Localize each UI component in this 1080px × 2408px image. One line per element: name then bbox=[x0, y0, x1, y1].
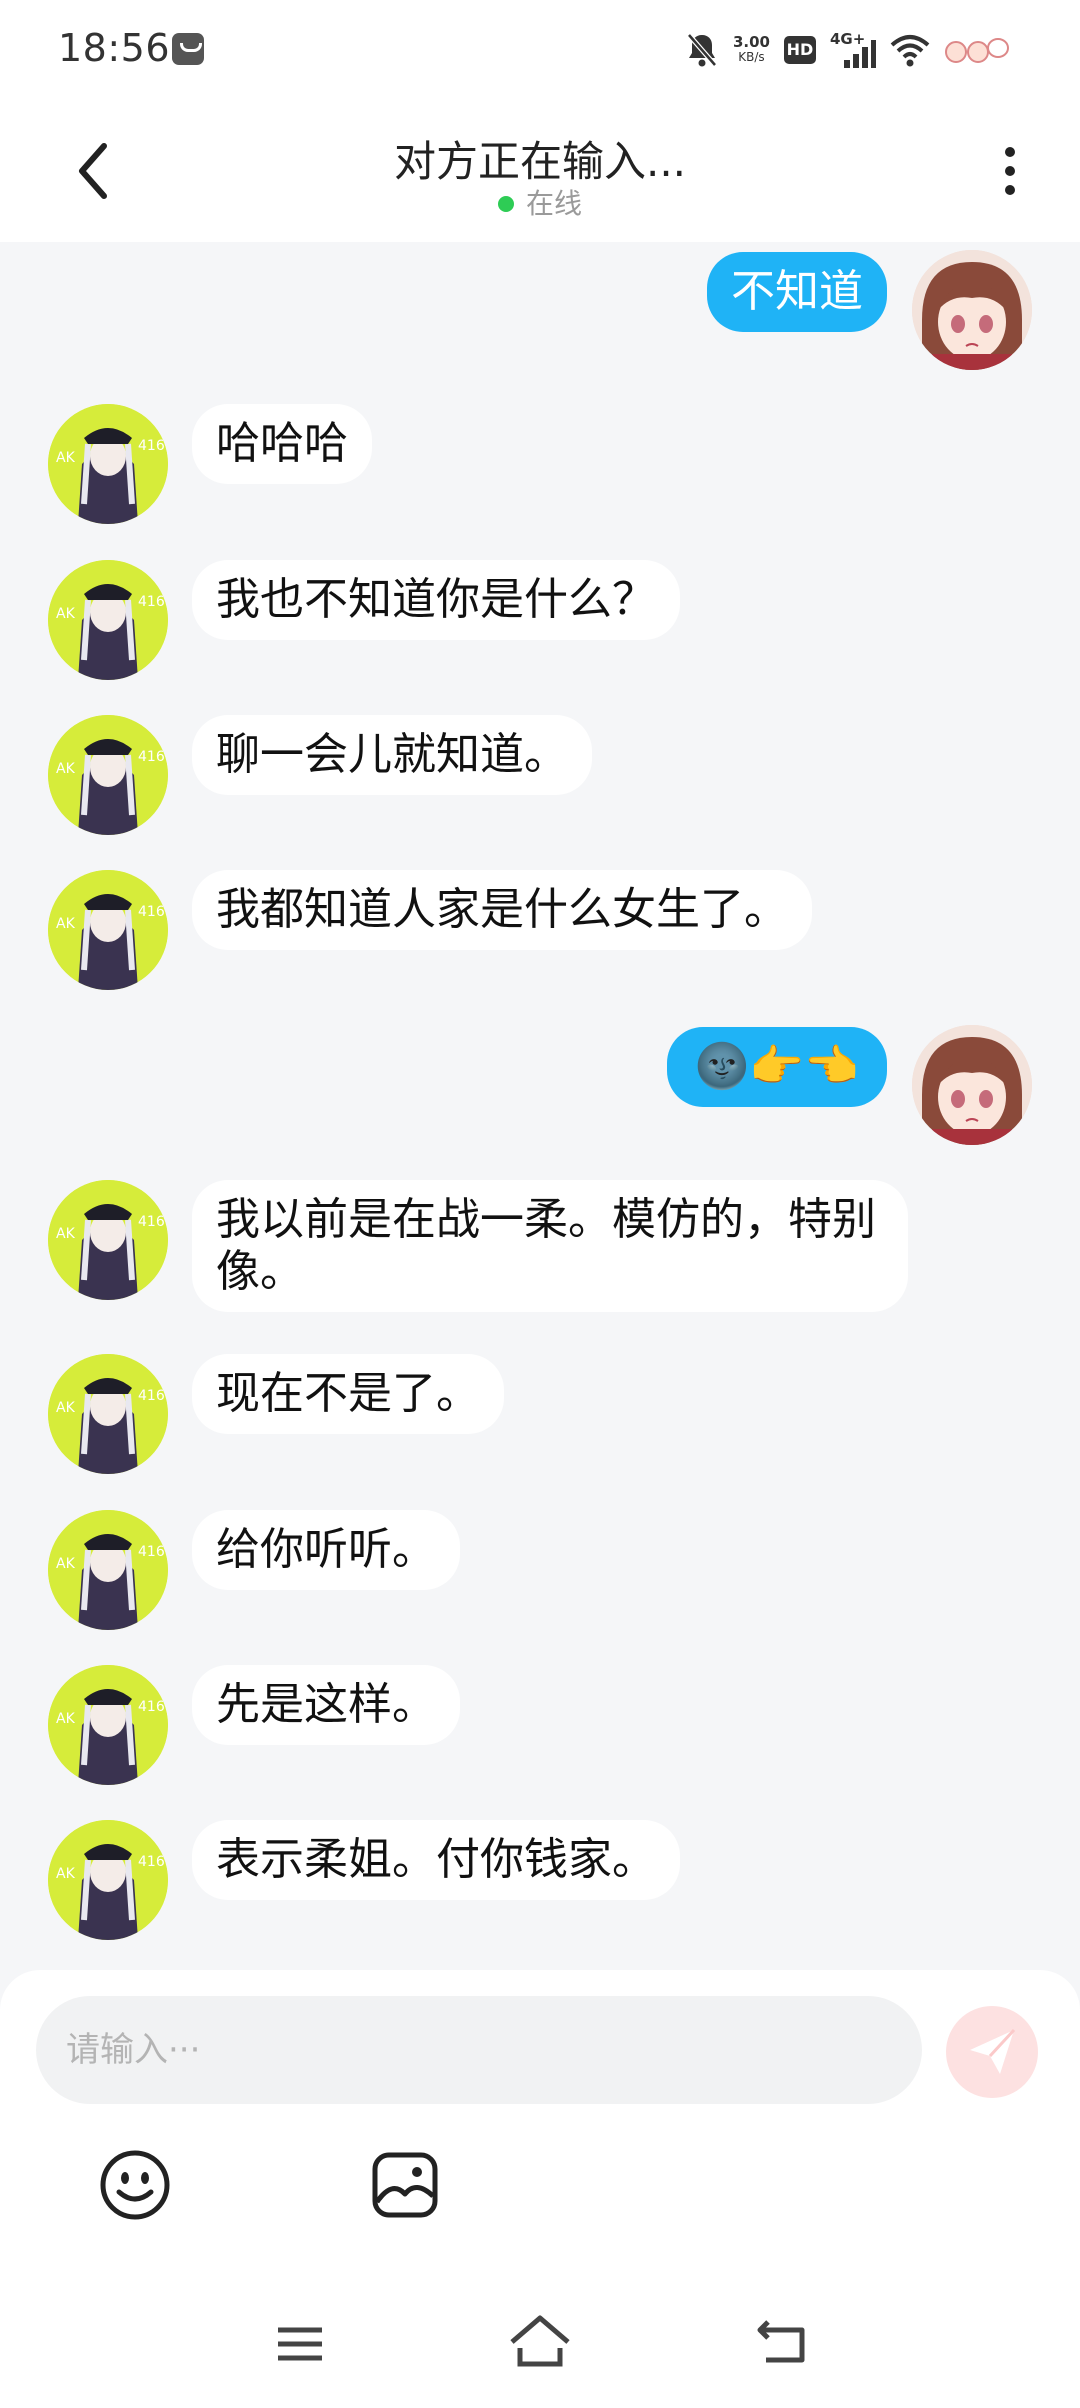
home-icon bbox=[510, 2315, 570, 2367]
mute-bell-icon bbox=[687, 33, 717, 67]
online-status-label: 在线 bbox=[525, 187, 582, 220]
contact-avatar[interactable]: AK 416 bbox=[48, 1180, 168, 1300]
status-bar: 18:56 3.00 KB/s HD 4G+ bbox=[0, 0, 1080, 98]
svg-text:416: 416 bbox=[138, 594, 165, 610]
network-speed-value: 3.00 bbox=[732, 33, 770, 51]
page-title: 对方正在输入... bbox=[393, 137, 687, 186]
svg-text:416: 416 bbox=[138, 438, 165, 454]
more-vertical-icon bbox=[1005, 147, 1015, 157]
back-icon bbox=[757, 2320, 805, 2363]
online-status: 在线 bbox=[0, 182, 1080, 222]
svg-text:416: 416 bbox=[138, 1854, 165, 1870]
more-vertical-dot bbox=[1005, 185, 1015, 195]
svg-text:416: 416 bbox=[138, 1214, 165, 1230]
decorative-peach-icons bbox=[945, 38, 1009, 63]
message-bubble[interactable]: 我也不知道你是什么？ bbox=[192, 560, 680, 640]
contact-avatar-image: AK 416 bbox=[48, 715, 168, 835]
svg-text:416: 416 bbox=[138, 1388, 165, 1404]
svg-text:416: 416 bbox=[138, 904, 165, 920]
contact-avatar[interactable]: AK 416 bbox=[48, 1354, 168, 1474]
message-bubble[interactable]: 🌚👉👈 bbox=[666, 1027, 887, 1107]
message-bubble[interactable]: 哈哈哈 bbox=[192, 404, 372, 484]
more-vertical-dot bbox=[1005, 166, 1015, 176]
contact-avatar-image: AK 416 bbox=[48, 1180, 168, 1300]
svg-text:AK: AK bbox=[56, 1226, 76, 1242]
contact-avatar[interactable]: AK 416 bbox=[48, 715, 168, 835]
message-bubble[interactable]: 表示柔姐。付你钱家。 bbox=[192, 1820, 680, 1900]
message-bubble[interactable]: 给你听听。 bbox=[192, 1510, 460, 1590]
more-options-button[interactable] bbox=[990, 142, 1030, 202]
chat-header: 对方正在输入... 在线 bbox=[0, 98, 1080, 242]
status-time: 18:56 bbox=[58, 26, 171, 70]
message-bubble[interactable]: 先是这样。 bbox=[192, 1665, 460, 1745]
nav-home-button[interactable] bbox=[508, 2312, 572, 2372]
online-dot-icon bbox=[497, 196, 514, 212]
svg-text:AK: AK bbox=[56, 916, 76, 932]
contact-avatar[interactable]: AK 416 bbox=[48, 560, 168, 680]
wifi-icon bbox=[890, 35, 930, 67]
message-bubble[interactable]: 不知道 bbox=[707, 252, 887, 332]
message-bubble[interactable]: 我都知道人家是什么女生了。 bbox=[192, 870, 812, 950]
smiley-icon bbox=[100, 2150, 170, 2220]
contact-avatar[interactable]: AK 416 bbox=[48, 1510, 168, 1630]
self-avatar-image bbox=[912, 1025, 1032, 1145]
status-indicators: 3.00 KB/s HD 4G+ bbox=[685, 26, 1010, 74]
hd-badge: HD bbox=[784, 36, 816, 64]
system-navigation-bar bbox=[0, 2290, 1080, 2408]
network-speed-unit: KB/s bbox=[738, 50, 765, 64]
contact-avatar[interactable]: AK 416 bbox=[48, 404, 168, 524]
message-bubble[interactable]: 聊一会儿就知道。 bbox=[192, 715, 592, 795]
notification-app-icon bbox=[172, 33, 204, 65]
svg-text:416: 416 bbox=[138, 749, 165, 765]
contact-avatar-image: AK 416 bbox=[48, 1354, 168, 1474]
self-avatar-image bbox=[912, 250, 1032, 370]
menu-icon bbox=[278, 2327, 322, 2361]
svg-text:AK: AK bbox=[56, 1866, 76, 1882]
image-icon bbox=[372, 2152, 438, 2218]
contact-avatar-image: AK 416 bbox=[48, 1665, 168, 1785]
self-avatar[interactable] bbox=[912, 250, 1032, 370]
svg-text:AK: AK bbox=[56, 606, 76, 622]
contact-avatar-image: AK 416 bbox=[48, 1820, 168, 1940]
message-bubble[interactable]: 现在不是了。 bbox=[192, 1354, 504, 1434]
contact-avatar-image: AK 416 bbox=[48, 404, 168, 524]
nav-menu-button[interactable] bbox=[274, 2318, 326, 2370]
svg-text:416: 416 bbox=[138, 1544, 165, 1560]
svg-text:AK: AK bbox=[56, 1556, 76, 1572]
svg-text:416: 416 bbox=[138, 1699, 165, 1715]
image-button[interactable] bbox=[370, 2150, 440, 2220]
emoji-button[interactable] bbox=[98, 2148, 172, 2222]
svg-text:AK: AK bbox=[56, 761, 76, 777]
contact-avatar-image: AK 416 bbox=[48, 870, 168, 990]
svg-text:AK: AK bbox=[56, 1400, 76, 1416]
message-input[interactable] bbox=[36, 1996, 922, 2104]
contact-avatar-image: AK 416 bbox=[48, 1510, 168, 1630]
svg-text:AK: AK bbox=[56, 450, 76, 466]
contact-avatar[interactable]: AK 416 bbox=[48, 1665, 168, 1785]
contact-avatar[interactable]: AK 416 bbox=[48, 1820, 168, 1940]
nav-back-button[interactable] bbox=[754, 2314, 810, 2370]
paper-plane-icon bbox=[970, 2028, 1016, 2074]
signal-bars-icon bbox=[844, 40, 876, 68]
contact-avatar[interactable]: AK 416 bbox=[48, 870, 168, 990]
send-button[interactable] bbox=[946, 2006, 1038, 2098]
cellular-signal: 4G+ bbox=[830, 30, 876, 70]
contact-avatar-image: AK 416 bbox=[48, 560, 168, 680]
message-bubble[interactable]: 我以前是在战一柔。模仿的，特别像。 bbox=[192, 1180, 908, 1312]
network-speed: 3.00 KB/s bbox=[733, 35, 770, 65]
self-avatar[interactable] bbox=[912, 1025, 1032, 1145]
svg-text:AK: AK bbox=[56, 1711, 76, 1727]
